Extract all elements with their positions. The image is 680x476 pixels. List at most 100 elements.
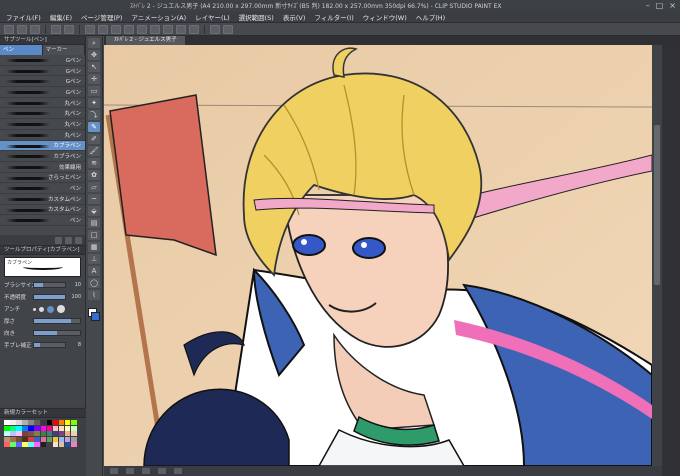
balloon-tool-icon[interactable]: ◯: [88, 278, 100, 288]
deselect-button[interactable]: [124, 24, 134, 34]
menu-file[interactable]: ファイル(F): [6, 12, 41, 22]
brush-item[interactable]: 丸ペン: [0, 119, 85, 130]
snap-ruler-button[interactable]: [176, 24, 186, 34]
undo-button[interactable]: [51, 24, 61, 34]
color-swatch[interactable]: [52, 420, 59, 425]
aa-strong-option[interactable]: [57, 305, 65, 313]
aa-weak-option[interactable]: [39, 306, 44, 312]
color-swatch[interactable]: [28, 442, 34, 448]
color-swatch[interactable]: [58, 425, 65, 431]
tab-pen[interactable]: ペン: [0, 45, 43, 55]
color-swatch[interactable]: [40, 425, 47, 431]
menu-animation[interactable]: アニメーション(A): [131, 12, 186, 22]
eyedropper-tool-icon[interactable]: ⤵: [88, 110, 100, 120]
brush-item[interactable]: Gペン: [0, 87, 85, 98]
fit-icon[interactable]: [142, 468, 150, 474]
color-swatch[interactable]: [28, 420, 34, 425]
delete-subtool-icon[interactable]: [75, 236, 82, 244]
color-swatch[interactable]: [64, 436, 71, 442]
color-swatch[interactable]: [52, 442, 59, 448]
color-swatch[interactable]: [46, 436, 53, 442]
color-swatch[interactable]: [16, 431, 22, 437]
move-layer-tool-icon[interactable]: ✛: [88, 74, 100, 84]
aa-mid-option[interactable]: [47, 305, 54, 313]
color-swatch[interactable]: [34, 431, 40, 437]
menu-window[interactable]: ウィンドウ(W): [363, 12, 407, 22]
snap-button[interactable]: [163, 24, 173, 34]
color-swatch[interactable]: [28, 425, 34, 431]
new-file-button[interactable]: [4, 24, 14, 34]
menu-layer[interactable]: レイヤー(L): [195, 12, 230, 22]
color-swatch[interactable]: [22, 425, 28, 431]
correct-line-tool-icon[interactable]: ⌇: [88, 290, 100, 300]
color-swatch[interactable]: [4, 436, 10, 442]
airbrush-tool-icon[interactable]: ≋: [88, 158, 100, 168]
subtool-settings-icon[interactable]: [55, 236, 62, 244]
stabilize-slider[interactable]: [33, 342, 66, 348]
move-tool-icon[interactable]: ✥: [88, 50, 100, 60]
eraser-tool-icon[interactable]: ▱: [88, 182, 100, 192]
color-swatch[interactable]: [46, 431, 53, 437]
brush-item-selected[interactable]: カブラペン: [0, 140, 85, 152]
color-swatch[interactable]: [16, 420, 22, 425]
document-tab[interactable]: ｽﾄﾊﾞﾚ 2 - ジュエルス男子: [106, 36, 185, 45]
scrollbar-thumb[interactable]: [654, 125, 660, 285]
menu-selection[interactable]: 選択範囲(S): [239, 12, 274, 22]
color-swatch[interactable]: [46, 420, 53, 425]
brush-item[interactable]: Gペン: [0, 55, 85, 66]
fill-button[interactable]: [98, 24, 108, 34]
pencil-tool-icon[interactable]: ✐: [88, 134, 100, 144]
color-swatch[interactable]: [40, 420, 47, 425]
brush-item[interactable]: ペン: [0, 183, 85, 194]
aa-none-option[interactable]: [33, 307, 36, 311]
vertical-scrollbar[interactable]: [652, 45, 662, 466]
color-swatch[interactable]: [4, 420, 10, 425]
brush-item[interactable]: カスタムペン: [0, 194, 85, 205]
ruler-tool-icon[interactable]: ⊥: [88, 254, 100, 264]
assets-button[interactable]: [223, 24, 233, 34]
brush-item[interactable]: Gペン: [0, 66, 85, 77]
copy-subtool-icon[interactable]: [65, 236, 72, 244]
pen-tool-icon[interactable]: ✎: [88, 122, 100, 132]
maximize-button[interactable]: □: [656, 1, 664, 10]
color-swatch[interactable]: [64, 425, 71, 431]
fill-tool-icon[interactable]: ⬙: [88, 206, 100, 216]
color-swatch[interactable]: [52, 436, 59, 442]
frame-tool-icon[interactable]: ▦: [88, 242, 100, 252]
color-swatch[interactable]: [10, 420, 16, 425]
color-swatch[interactable]: [34, 436, 40, 442]
thickness-slider[interactable]: [33, 318, 81, 324]
color-swatch[interactable]: [28, 436, 34, 442]
brush-item[interactable]: カスタムペン: [0, 205, 85, 216]
zoom-in-icon[interactable]: [126, 468, 134, 474]
brush-item[interactable]: ペン: [0, 215, 85, 226]
color-swatch[interactable]: [22, 431, 28, 437]
redo-button[interactable]: [64, 24, 74, 34]
menu-filter[interactable]: フィルター(I): [314, 12, 353, 22]
color-swatch[interactable]: [4, 425, 10, 431]
select-all-button[interactable]: [137, 24, 147, 34]
text-tool-icon[interactable]: A: [88, 266, 100, 276]
color-swatch[interactable]: [34, 442, 40, 448]
figure-tool-icon[interactable]: □: [88, 230, 100, 240]
selection-tool-icon[interactable]: ▭: [88, 86, 100, 96]
transform-button[interactable]: [111, 24, 121, 34]
color-swatch[interactable]: [10, 425, 16, 431]
brush-item[interactable]: 丸ペン: [0, 108, 85, 120]
brush-item[interactable]: 丸ペン: [0, 130, 85, 141]
color-swatch[interactable]: [22, 442, 28, 448]
blend-tool-icon[interactable]: ~: [88, 194, 100, 204]
color-swatch[interactable]: [64, 442, 71, 448]
color-swatch[interactable]: [16, 425, 22, 431]
color-swatch[interactable]: [40, 436, 47, 442]
color-swatch[interactable]: [71, 425, 77, 431]
color-swatch[interactable]: [34, 420, 40, 425]
brush-item[interactable]: 効果線用: [0, 162, 85, 173]
color-swatch[interactable]: [4, 431, 10, 437]
color-swatch[interactable]: [46, 425, 53, 431]
flip-icon[interactable]: [174, 468, 182, 474]
tab-marker[interactable]: マーカー: [42, 45, 85, 55]
color-swatch[interactable]: [71, 431, 77, 437]
color-swatch[interactable]: [22, 436, 28, 442]
menu-page[interactable]: ページ管理(P): [81, 12, 122, 22]
